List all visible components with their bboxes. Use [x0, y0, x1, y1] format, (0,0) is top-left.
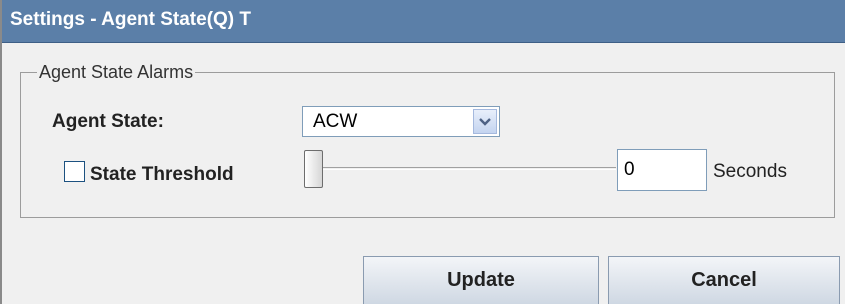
settings-dialog: Settings - Agent State(Q) T Agent State … [0, 0, 845, 304]
seconds-unit-label: Seconds [713, 161, 787, 182]
state-threshold-checkbox[interactable] [64, 161, 85, 182]
window-title: Settings - Agent State(Q) T [10, 9, 252, 30]
threshold-slider-track[interactable] [320, 167, 616, 170]
cancel-button[interactable]: Cancel [608, 256, 840, 304]
agent-state-select[interactable]: ACW [302, 106, 500, 137]
group-legend: Agent State Alarms [39, 62, 194, 82]
agent-state-label: Agent State: [52, 111, 164, 132]
update-button[interactable]: Update [363, 256, 599, 304]
chevron-down-icon[interactable] [473, 109, 497, 134]
threshold-seconds-input[interactable] [617, 149, 707, 191]
state-threshold-label[interactable]: State Threshold [90, 164, 234, 186]
agent-state-alarms-group: Agent State Alarms [20, 62, 835, 218]
title-bar: Settings - Agent State(Q) T [2, 0, 845, 43]
threshold-slider-thumb[interactable] [304, 150, 323, 188]
agent-state-value: ACW [313, 111, 358, 132]
